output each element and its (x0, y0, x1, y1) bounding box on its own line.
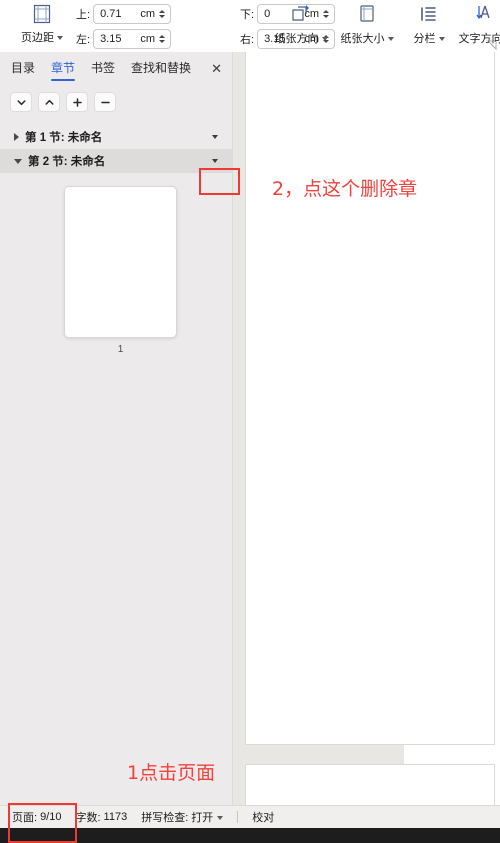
status-divider (237, 811, 239, 823)
page-thumbnail-list: 1 (33, 186, 208, 355)
chevron-down-icon (57, 36, 63, 40)
word-count-value: 1173 (103, 811, 128, 823)
section-menu-button[interactable] (204, 128, 226, 146)
close-icon[interactable]: ✕ (208, 59, 225, 78)
plus-icon (72, 97, 82, 107)
document-page[interactable] (245, 52, 495, 745)
chevron-down-icon[interactable] (217, 816, 224, 820)
columns-dropdown[interactable]: 分栏 (414, 27, 445, 49)
margin-left-value: 3.15 (100, 32, 122, 45)
ribbon-page-layout: 页边距 上: 0.71 cm 下: 0 cm 左: 3.15 cm 右: 3.1… (0, 0, 500, 53)
chevron-down-icon (438, 37, 445, 41)
margin-left-unit: cm (140, 32, 156, 45)
columns-icon (418, 1, 440, 27)
move-up-button[interactable] (38, 92, 60, 112)
margin-top-field[interactable]: 上: 0.71 cm (76, 2, 172, 25)
paper-size-label: 纸张大小 (340, 33, 385, 45)
chevron-down-icon (321, 37, 328, 41)
margin-top-stepper[interactable] (159, 9, 168, 18)
document-area[interactable] (233, 52, 500, 805)
paper-orientation-icon (289, 1, 313, 27)
proofread-button[interactable]: 校对 (252, 809, 288, 825)
remove-section-button[interactable] (94, 92, 116, 112)
chevron-up-icon (44, 99, 54, 105)
margin-top-value: 0.71 (100, 7, 122, 20)
section-toolbar (0, 85, 232, 112)
paper-size-icon (356, 1, 378, 27)
spellcheck-status[interactable]: 拼写检查: 打开 (141, 809, 237, 825)
annotation-delete-chapter: 2，点这个删除章 (272, 178, 418, 200)
minus-icon (100, 101, 110, 103)
annotation-click-page: 1点击页面 (127, 762, 216, 784)
annotation-box-page-indicator (8, 803, 77, 843)
annotation-box-section-menu (199, 168, 240, 195)
word-count-label: 字数: (75, 812, 101, 824)
tab-contents[interactable]: 目录 (10, 55, 36, 82)
word-count[interactable]: 字数: 1173 (75, 809, 141, 825)
page-thumbnail-number: 1 (117, 344, 124, 355)
dialog-launcher-icon[interactable] (487, 40, 497, 50)
tab-bookmarks[interactable]: 书签 (90, 55, 116, 82)
chevron-down-icon (387, 37, 394, 41)
margin-right-label: 右: (240, 33, 255, 46)
chevron-down-icon (212, 159, 218, 163)
margin-left-label: 左: (76, 33, 91, 46)
margin-top-input[interactable]: 0.71 cm (93, 3, 172, 24)
move-down-button[interactable] (10, 92, 32, 112)
triangle-down-icon[interactable] (14, 158, 22, 164)
stepper-down-icon (159, 39, 166, 43)
spellcheck-value: 打开 (191, 812, 214, 824)
section-tree: 第 1 节: 未命名 第 2 节: 未命名 (0, 125, 232, 173)
stepper-down-icon (159, 14, 166, 18)
stepper-up-icon (159, 9, 166, 13)
text-direction-icon (474, 1, 496, 27)
tab-sections[interactable]: 章节 (50, 55, 76, 82)
paper-orientation-label: 纸张方向 (274, 33, 319, 45)
margins-dropdown[interactable]: 页边距 (21, 26, 63, 48)
spellcheck-label: 拼写检查: (141, 812, 189, 824)
paper-orientation-group[interactable]: 纸张方向 (268, 1, 334, 49)
navigation-panel: 目录 章节 书签 查找和替换 ✕ 第 1 节: 未命名 第 2 节: 未命名 1 (0, 52, 233, 805)
stepper-up-icon (159, 34, 166, 38)
paper-size-group[interactable]: 纸张大小 (334, 1, 400, 49)
margin-left-input[interactable]: 3.15 cm (93, 28, 172, 49)
margins-label: 页边距 (21, 32, 54, 44)
paper-orientation-dropdown[interactable]: 纸张方向 (275, 27, 328, 49)
navigation-tabs: 目录 章节 书签 查找和替换 ✕ (0, 52, 232, 85)
page-thumbnail[interactable] (64, 186, 177, 338)
chevron-down-icon (212, 135, 218, 139)
document-canvas (233, 52, 495, 805)
chevron-down-icon (16, 99, 26, 105)
margin-left-field[interactable]: 左: 3.15 cm (76, 27, 172, 50)
paper-size-dropdown[interactable]: 纸张大小 (341, 27, 394, 49)
margin-bottom-label: 下: (240, 8, 255, 21)
tab-find-replace[interactable]: 查找和替换 (130, 55, 192, 82)
document-page[interactable] (245, 764, 495, 805)
margins-group[interactable]: 页边距 (8, 1, 76, 48)
add-section-button[interactable] (66, 92, 88, 112)
triangle-right-icon[interactable] (14, 133, 19, 141)
section-tree-item-2[interactable]: 第 2 节: 未命名 (0, 149, 232, 173)
margin-left-stepper[interactable] (159, 34, 168, 43)
section-tree-item-1[interactable]: 第 1 节: 未命名 (0, 125, 232, 149)
section-tree-item-label: 第 1 节: 未命名 (25, 132, 103, 144)
margin-top-unit: cm (140, 7, 156, 20)
columns-label: 分栏 (413, 33, 436, 45)
section-tree-item-label: 第 2 节: 未命名 (28, 156, 106, 168)
page-setup-grid-icon (31, 1, 53, 26)
margin-top-label: 上: (76, 8, 91, 21)
